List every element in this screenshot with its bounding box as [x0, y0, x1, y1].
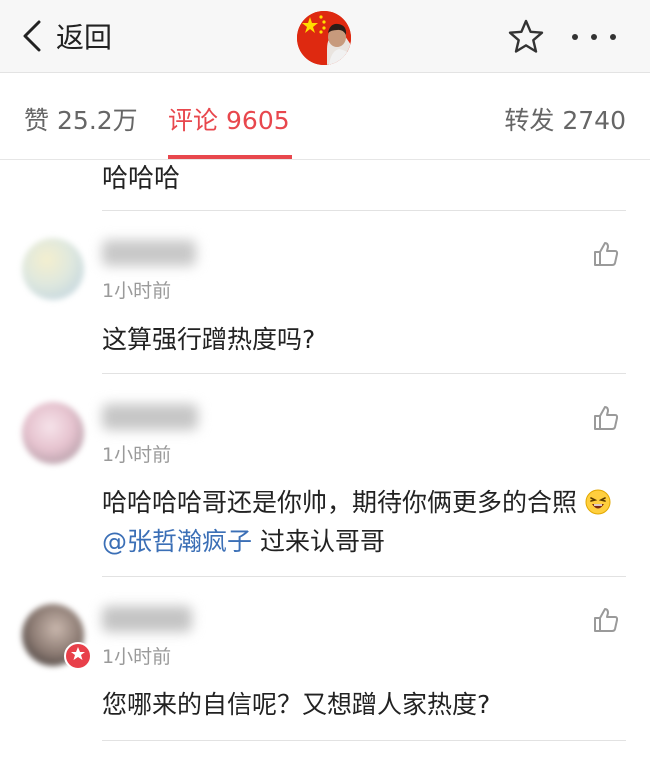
more-dot — [572, 34, 578, 40]
more-dot — [610, 34, 616, 40]
commenter-avatar[interactable] — [22, 238, 84, 300]
commenter-name-blurred[interactable] — [102, 240, 196, 266]
divider — [102, 373, 626, 374]
comment-text-before: 哈哈哈哈哥还是你帅，期待你俩更多的合照 — [102, 488, 578, 517]
tab-comments-label: 评论 — [168, 106, 219, 135]
tab-comments-count: 9605 — [226, 106, 290, 135]
commenter-name-blurred[interactable] — [102, 606, 192, 632]
back-label: 返回 — [56, 21, 113, 54]
verified-badge-icon — [64, 642, 92, 670]
more-dot — [591, 34, 597, 40]
back-button[interactable]: 返回 — [22, 14, 112, 58]
comment-time: 1小时前 — [102, 646, 172, 668]
laughing-emoji-icon — [585, 489, 611, 515]
divider — [102, 740, 626, 741]
tab-reposts-count: 2740 — [562, 106, 626, 135]
interaction-tabs: 赞 25.2万 评论 9605 转发 2740 — [0, 73, 650, 160]
divider — [102, 210, 626, 211]
chevron-left-icon — [23, 20, 41, 52]
thumbs-up-icon[interactable] — [592, 404, 620, 432]
tab-comments[interactable]: 评论 9605 — [168, 101, 290, 137]
thumbs-up-icon[interactable] — [592, 606, 620, 634]
divider — [102, 576, 626, 577]
top-navigation-bar: 返回 — [0, 0, 650, 73]
active-tab-indicator — [168, 155, 292, 159]
tab-reposts-label: 转发 — [504, 106, 555, 135]
author-avatar[interactable] — [297, 11, 351, 65]
tab-reposts[interactable]: 转发 2740 — [504, 101, 626, 137]
comment-time: 1小时前 — [102, 280, 172, 302]
thumbs-up-icon[interactable] — [592, 240, 620, 268]
tab-likes-label: 赞 — [24, 106, 50, 135]
more-options-icon[interactable] — [572, 24, 616, 50]
comment-text: 这算强行蹭热度吗? — [102, 325, 316, 354]
mention-link[interactable]: @张哲瀚疯子 — [102, 527, 252, 556]
commenter-avatar[interactable] — [22, 402, 84, 464]
comment-text: 您哪来的自信呢？又想蹭人家热度? — [102, 690, 491, 719]
favorite-star-icon[interactable] — [507, 18, 545, 56]
comment-text-after: 过来认哥哥 — [252, 527, 385, 556]
comment-text: 哈哈哈哈哥还是你帅，期待你俩更多的合照 @张哲瀚疯子 过来认哥哥 — [102, 483, 622, 561]
comment-time: 1小时前 — [102, 444, 172, 466]
comment-text: 哈哈哈 — [102, 164, 181, 194]
tab-likes[interactable]: 赞 25.2万 — [24, 101, 138, 137]
commenter-name-blurred[interactable] — [102, 404, 198, 430]
tab-likes-count: 25.2万 — [57, 106, 138, 135]
